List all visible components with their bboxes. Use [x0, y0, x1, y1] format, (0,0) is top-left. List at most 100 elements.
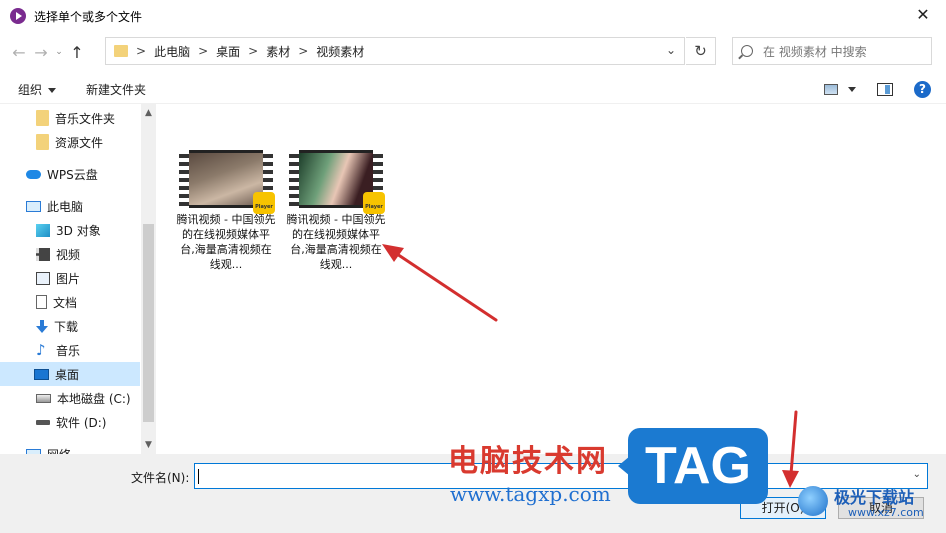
title-bar: 选择单个或多个文件 ✕ [0, 0, 946, 32]
change-view-icon[interactable] [824, 84, 838, 95]
site-name: 极光下载站 [834, 488, 915, 507]
navigation-pane: 音乐文件夹 资源文件 WPS云盘 此电脑 3D 对象 视频 图片 文档 下载 ♪… [0, 104, 156, 454]
sidebar-item-software-d[interactable]: 软件 (D:) [36, 410, 106, 434]
sidebar-item-label: WPS云盘 [47, 167, 98, 182]
player-badge: Player [253, 192, 275, 214]
folder-icon [36, 110, 49, 126]
desktop-icon [34, 368, 49, 380]
breadcrumb-desktop[interactable]: 桌面 [216, 43, 240, 60]
cloud-icon [26, 169, 41, 179]
search-input[interactable]: 在 视频素材 中搜索 [732, 37, 932, 65]
text-caret [198, 469, 199, 484]
organize-button[interactable]: 组织 [18, 81, 57, 98]
breadcrumb-materials[interactable]: 素材 [266, 43, 290, 60]
sidebar-item-documents[interactable]: 文档 [36, 290, 77, 314]
sidebar-item-label: 桌面 [55, 367, 80, 382]
sidebar-item-this-pc[interactable]: 此电脑 [26, 194, 83, 218]
search-icon [741, 45, 753, 57]
file-item[interactable]: Player 腾讯视频 - 中国领先的在线视频媒体平台,海量高清视频在线观... [176, 150, 276, 272]
refresh-button[interactable]: ↻ [686, 37, 716, 65]
sidebar-item-label: 软件 (D:) [56, 415, 107, 430]
watermark-text: 电脑技术网 [448, 444, 608, 479]
disk-icon [36, 393, 51, 403]
download-icon [36, 319, 48, 333]
organize-label: 组织 [18, 83, 43, 97]
back-button[interactable]: ← [8, 43, 30, 62]
music-icon: ♪ [36, 340, 46, 359]
sidebar-item-videos[interactable]: 视频 [36, 242, 80, 266]
up-button[interactable]: ↑ [66, 43, 88, 62]
app-icon [10, 8, 26, 24]
sidebar-item-desktop[interactable]: 桌面 [0, 362, 140, 386]
sidebar-item-label: 此电脑 [47, 199, 84, 214]
film-strip-left [289, 150, 299, 208]
sidebar-item-music[interactable]: ♪ 音乐 [36, 338, 80, 362]
address-bar[interactable]: > 此电脑 > 桌面 > 素材 > 视频素材 ⌄ [105, 37, 685, 65]
sidebar-item-label: 文档 [53, 295, 78, 310]
sidebar-item-label: 3D 对象 [56, 223, 101, 238]
video-file-icon: Player [179, 150, 275, 214]
site-logo-icon [798, 486, 828, 516]
sidebar-item-local-disk-c[interactable]: 本地磁盘 (C:) [36, 386, 131, 410]
sidebar-item-label: 音乐文件夹 [55, 111, 116, 126]
scroll-down-icon[interactable]: ▼ [143, 440, 154, 450]
filename-dropdown-icon[interactable]: ⌄ [913, 469, 921, 480]
breadcrumb-separator[interactable]: > [248, 44, 258, 58]
sidebar-item-label: 资源文件 [55, 135, 104, 150]
video-file-icon: Player [289, 150, 385, 214]
view-options-caret-icon[interactable] [848, 87, 856, 92]
sidebar-item-resources[interactable]: 资源文件 [36, 130, 103, 154]
player-badge: Player [363, 192, 385, 214]
disk-icon [36, 419, 50, 425]
close-button[interactable]: ✕ [914, 6, 932, 24]
sidebar-item-label: 视频 [56, 247, 81, 262]
video-thumbnail [299, 153, 373, 205]
new-folder-button[interactable]: 新建文件夹 [86, 81, 146, 98]
sidebar-item-label: 本地磁盘 (C:) [57, 391, 131, 406]
sidebar-item-network[interactable]: 网络 [26, 442, 71, 454]
watermark-url: www.tagxp.com [450, 482, 611, 506]
breadcrumb-video-materials[interactable]: 视频素材 [316, 43, 364, 60]
search-placeholder: 在 视频素材 中搜索 [763, 44, 867, 59]
breadcrumb-this-pc[interactable]: 此电脑 [154, 43, 190, 60]
file-list: Player 腾讯视频 - 中国领先的在线视频媒体平台,海量高清视频在线观...… [156, 104, 946, 454]
file-name: 腾讯视频 - 中国领先的在线视频媒体平台,海量高清视频在线观... [286, 213, 386, 271]
watermark-tag-logo: TAG [618, 428, 768, 504]
watermark-site: 极光下载站 www.xz7.com [790, 482, 946, 533]
computer-icon [26, 200, 41, 212]
help-icon[interactable]: ? [914, 81, 931, 98]
recent-locations-chevron-icon[interactable]: ⌄ [52, 47, 66, 57]
folder-icon [114, 45, 128, 57]
sidebar-item-label: 网络 [47, 446, 71, 455]
film-strip-left [179, 150, 189, 208]
folder-icon [36, 134, 49, 150]
forward-button[interactable]: → [30, 43, 52, 62]
address-dropdown-icon[interactable]: ⌄ [666, 43, 676, 57]
window-title: 选择单个或多个文件 [34, 9, 143, 24]
breadcrumb-separator[interactable]: > [136, 44, 146, 58]
sidebar-item-music-folder[interactable]: 音乐文件夹 [36, 106, 115, 130]
breadcrumb-separator[interactable]: > [198, 44, 208, 58]
file-name: 腾讯视频 - 中国领先的在线视频媒体平台,海量高清视频在线观... [176, 213, 276, 271]
filename-label: 文件名(N): [131, 471, 190, 485]
video-thumbnail [189, 153, 263, 205]
breadcrumb-separator[interactable]: > [298, 44, 308, 58]
sidebar-item-label: 音乐 [56, 343, 81, 358]
sidebar-item-label: 图片 [56, 271, 81, 286]
file-item[interactable]: Player 腾讯视频 - 中国领先的在线视频媒体平台,海量高清视频在线观... [286, 150, 386, 272]
navigation-bar: ← → ⌄ ↑ > 此电脑 > 桌面 > 素材 > 视频素材 ⌄ ↻ 在 视频素… [0, 32, 946, 72]
sidebar-item-pictures[interactable]: 图片 [36, 266, 80, 290]
preview-pane-icon[interactable] [877, 83, 893, 96]
command-toolbar: 组织 新建文件夹 ? [0, 76, 946, 104]
caret-down-icon [48, 88, 57, 93]
cube-icon [36, 223, 50, 237]
sidebar-item-wps-cloud[interactable]: WPS云盘 [26, 162, 98, 186]
sidebar-item-downloads[interactable]: 下载 [36, 314, 78, 338]
scroll-thumb[interactable] [143, 224, 154, 422]
sidebar-item-label: 下载 [54, 319, 79, 334]
video-icon [36, 247, 50, 261]
sidebar-item-3d-objects[interactable]: 3D 对象 [36, 218, 101, 242]
scroll-up-icon[interactable]: ▲ [143, 108, 154, 118]
sidebar-scrollbar[interactable]: ▲ ▼ [141, 104, 156, 454]
document-icon [36, 295, 47, 309]
